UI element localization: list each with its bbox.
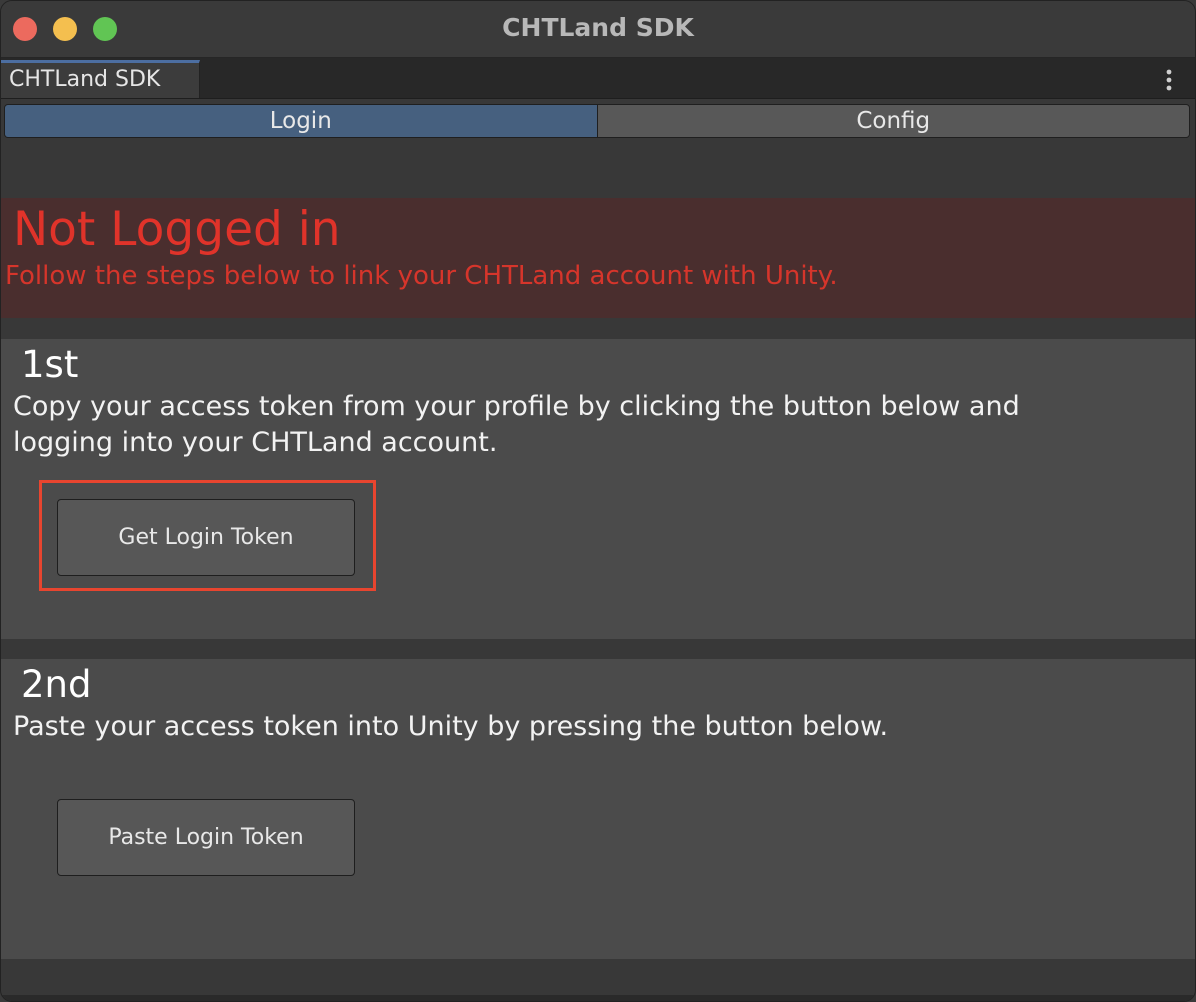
login-status-banner: Not Logged in Follow the steps below to … (1, 198, 1195, 318)
title-bar: CHTLand SDK (1, 1, 1195, 58)
toolbar-tabs: Login Config (4, 104, 1190, 138)
get-login-token-button[interactable]: Get Login Token (57, 499, 355, 576)
step-1-panel: 1st Copy your access token from your pro… (1, 339, 1195, 639)
footer-strip (1, 995, 1195, 1001)
step-2-heading: 2nd (21, 663, 92, 706)
paste-login-token-button[interactable]: Paste Login Token (57, 799, 355, 876)
step-1-heading: 1st (21, 343, 79, 386)
tab-config[interactable]: Config (596, 105, 1189, 137)
more-vertical-icon[interactable] (1165, 68, 1173, 92)
sdk-window: CHTLand SDK CHTLand SDK Login Config Not… (0, 0, 1196, 1002)
status-title: Not Logged in (13, 202, 341, 257)
tab-login[interactable]: Login (5, 105, 597, 137)
sdk-content: Login Config Not Logged in Follow the st… (1, 99, 1195, 1001)
step-2-instructions: Paste your access token into Unity by pr… (13, 711, 889, 742)
step-2-panel: 2nd Paste your access token into Unity b… (1, 659, 1195, 959)
editor-tab-chtland-sdk[interactable]: CHTLand SDK (1, 60, 200, 98)
editor-tab-bar: CHTLand SDK (1, 58, 1195, 99)
window-title: CHTLand SDK (502, 13, 694, 42)
status-subtitle: Follow the steps below to link your CHTL… (5, 261, 838, 291)
step-1-instructions: Copy your access token from your profile… (13, 391, 1020, 458)
